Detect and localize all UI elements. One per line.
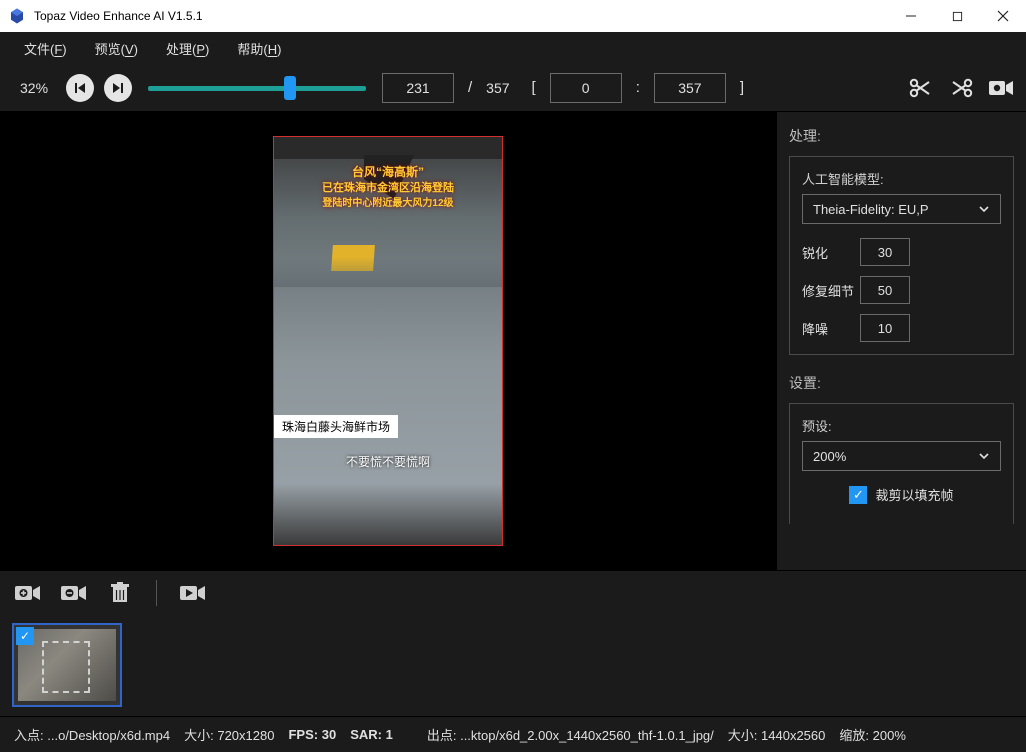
status-in: 入点: ...o/Desktop/x6d.mp4: [14, 725, 170, 744]
titlebar: Topaz Video Enhance AI V1.5.1: [0, 0, 1026, 32]
preset-dropdown[interactable]: 200%: [802, 441, 1001, 471]
menu-preview[interactable]: 预览(V): [81, 35, 152, 62]
status-sar: SAR: 1: [350, 727, 393, 742]
denoise-input[interactable]: 10: [860, 314, 910, 342]
thumbnail-checkbox[interactable]: ✓: [16, 627, 34, 645]
in-frame-input[interactable]: 0: [550, 73, 622, 103]
video-frame: 台风“海高斯” 已在珠海市金湾区沿海登陆 登陆时中心附近最大风力12级 珠海白藤…: [273, 136, 503, 546]
crop-checkbox[interactable]: ✓: [849, 486, 867, 504]
status-in-size: 大小: 720x1280: [184, 725, 274, 744]
chevron-down-icon: [978, 203, 990, 215]
model-value: Theia-Fidelity: EU,P: [813, 202, 929, 217]
caption-3: 登陆时中心附近最大风力12级: [274, 194, 502, 209]
preset-label: 预设:: [802, 416, 1001, 435]
settings-title: 设置:: [789, 373, 1014, 393]
bracket-open: [: [528, 79, 540, 96]
total-frames: 357: [486, 80, 509, 96]
status-fps: FPS: 30: [288, 727, 336, 742]
timeline-slider[interactable]: [148, 80, 366, 96]
status-scale: 缩放: 200%: [839, 725, 906, 744]
trash-button[interactable]: [106, 581, 134, 605]
menu-process[interactable]: 处理(P): [152, 35, 223, 62]
location-label: 珠海白藤头海鲜市场: [274, 415, 398, 438]
cut-right-button[interactable]: [946, 73, 976, 103]
model-dropdown[interactable]: Theia-Fidelity: EU,P: [802, 194, 1001, 224]
window-title: Topaz Video Enhance AI V1.5.1: [34, 9, 203, 23]
menubar: 文件(F) 预览(V) 处理(P) 帮助(H): [0, 32, 1026, 64]
bracket-close: ]: [736, 79, 748, 96]
process-video-button[interactable]: [179, 581, 207, 605]
next-frame-button[interactable]: [104, 74, 132, 102]
prev-frame-button[interactable]: [66, 74, 94, 102]
processing-title: 处理:: [789, 126, 1014, 146]
thumbnail-item[interactable]: ✓: [12, 623, 122, 707]
detail-label: 修复细节: [802, 281, 860, 300]
detail-input[interactable]: 50: [860, 276, 910, 304]
preview-area: 台风“海高斯” 已在珠海市金湾区沿海登陆 登陆时中心附近最大风力12级 珠海白藤…: [0, 112, 776, 570]
status-out: 出点: ...ktop/x6d_2.00x_1440x2560_thf-1.0.…: [427, 725, 714, 744]
minimize-button[interactable]: [888, 0, 934, 32]
maximize-button[interactable]: [934, 0, 980, 32]
status-out-size: 大小: 1440x2560: [728, 725, 826, 744]
sharpen-label: 锐化: [802, 243, 860, 262]
denoise-label: 降噪: [802, 319, 860, 338]
app-logo-icon: [8, 7, 26, 25]
statusbar: 入点: ...o/Desktop/x6d.mp4 大小: 720x1280 FP…: [0, 716, 1026, 752]
bottom-tools: [0, 570, 1026, 614]
divider: [156, 580, 157, 606]
caption-1: 台风“海高斯”: [274, 163, 502, 180]
crop-label: 裁剪以填充帧: [875, 485, 953, 504]
sharpen-input[interactable]: 30: [860, 238, 910, 266]
model-label: 人工智能模型:: [802, 169, 1001, 188]
out-frame-input[interactable]: 357: [654, 73, 726, 103]
current-frame-input[interactable]: 231: [382, 73, 454, 103]
menu-file[interactable]: 文件(F): [10, 35, 81, 62]
remove-video-button[interactable]: [60, 581, 88, 605]
add-video-button[interactable]: [14, 581, 42, 605]
right-panel: 处理: 人工智能模型: Theia-Fidelity: EU,P 锐化 30 修…: [776, 112, 1026, 570]
record-button[interactable]: [986, 73, 1016, 103]
toolbar: 32% 231 / 357 [ 0 : 357 ]: [0, 64, 1026, 112]
slash: /: [464, 79, 476, 96]
caption-2: 已在珠海市金湾区沿海登陆: [274, 179, 502, 195]
preset-value: 200%: [813, 449, 846, 464]
cut-left-button[interactable]: [906, 73, 936, 103]
chevron-down-icon: [978, 450, 990, 462]
thumbnail-strip: ✓: [0, 614, 1026, 716]
close-button[interactable]: [980, 0, 1026, 32]
subtitle: 不要慌不要慌啊: [274, 453, 502, 470]
colon: :: [632, 79, 644, 96]
menu-help[interactable]: 帮助(H): [223, 35, 295, 62]
zoom-label: 32%: [10, 80, 56, 96]
